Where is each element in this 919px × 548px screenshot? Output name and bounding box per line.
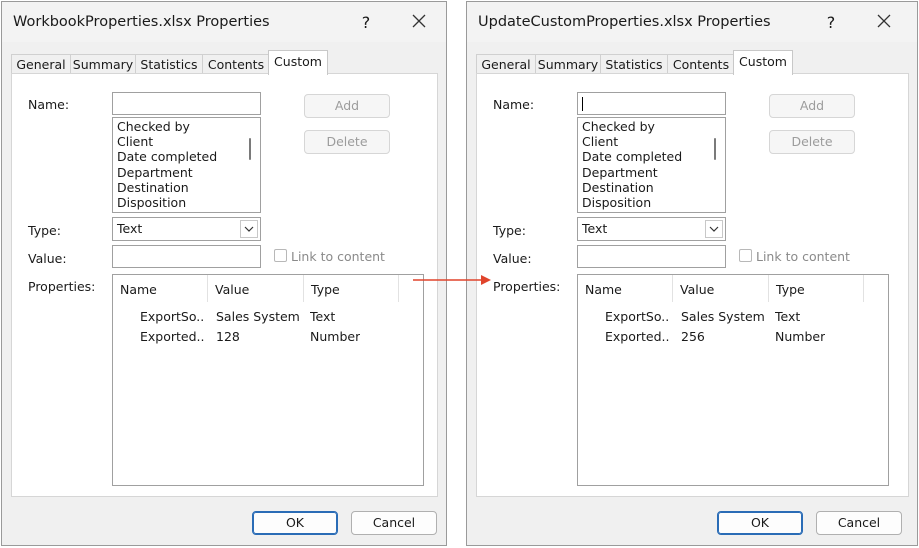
close-button[interactable] bbox=[864, 9, 904, 35]
row-name: ExportSo... bbox=[605, 309, 669, 324]
list-item[interactable]: Department bbox=[117, 165, 193, 180]
name-listbox[interactable]: Checked by Client Date completed Departm… bbox=[577, 117, 726, 213]
list-item[interactable]: Disposition bbox=[582, 195, 651, 210]
name-listbox[interactable]: Checked by Client Date completed Departm… bbox=[112, 117, 261, 213]
value-input[interactable] bbox=[112, 245, 261, 268]
list-item[interactable]: Destination bbox=[117, 180, 189, 195]
link-to-content-checkbox[interactable] bbox=[274, 249, 287, 262]
type-label: Type: bbox=[493, 223, 526, 238]
row-type: Number bbox=[310, 329, 361, 344]
delete-button[interactable]: Delete bbox=[304, 130, 390, 154]
list-item[interactable]: Client bbox=[117, 134, 153, 149]
column-header-type[interactable]: Type bbox=[769, 275, 863, 302]
name-input[interactable] bbox=[577, 92, 726, 115]
row-value: Sales System bbox=[216, 309, 300, 324]
column-divider[interactable] bbox=[863, 275, 864, 302]
type-dropdown-button[interactable] bbox=[240, 220, 258, 238]
tab-summary[interactable]: Summary bbox=[535, 54, 601, 75]
link-to-content-checkbox[interactable] bbox=[739, 249, 752, 262]
add-button[interactable]: Add bbox=[769, 94, 855, 118]
text-cursor bbox=[582, 97, 583, 111]
column-header-name[interactable]: Name bbox=[113, 275, 207, 302]
dialog-title: WorkbookProperties.xlsx Properties bbox=[13, 14, 270, 30]
tab-statistics[interactable]: Statistics bbox=[135, 54, 203, 75]
ok-button[interactable]: OK bbox=[252, 511, 338, 535]
help-button[interactable]: ? bbox=[811, 11, 851, 35]
list-item[interactable]: Checked by bbox=[117, 119, 190, 134]
ok-button[interactable]: OK bbox=[717, 511, 803, 535]
tab-summary[interactable]: Summary bbox=[70, 54, 136, 75]
type-select-value: Text bbox=[117, 221, 143, 236]
list-item[interactable]: Checked by bbox=[582, 119, 655, 134]
row-name: ExportSo... bbox=[140, 309, 204, 324]
cancel-button[interactable]: Cancel bbox=[351, 511, 437, 535]
row-name: Exported... bbox=[605, 329, 669, 344]
properties-dialog-left: WorkbookProperties.xlsx Properties ? Gen… bbox=[1, 1, 447, 546]
column-header-value[interactable]: Value bbox=[673, 275, 768, 302]
type-select[interactable]: Text bbox=[577, 217, 726, 241]
row-value: 128 bbox=[216, 329, 240, 344]
arrow-right-icon bbox=[413, 275, 491, 285]
title-bar: UpdateCustomProperties.xlsx Properties ? bbox=[467, 2, 917, 42]
row-type: Number bbox=[775, 329, 826, 344]
column-header-type[interactable]: Type bbox=[304, 275, 398, 302]
name-label: Name: bbox=[28, 97, 70, 112]
type-select-value: Text bbox=[582, 221, 608, 236]
column-header-name[interactable]: Name bbox=[578, 275, 672, 302]
delete-button[interactable]: Delete bbox=[769, 130, 855, 154]
tab-contents[interactable]: Contents bbox=[202, 54, 270, 75]
properties-dialog-right: UpdateCustomProperties.xlsx Properties ?… bbox=[466, 1, 918, 546]
row-type: Text bbox=[310, 309, 336, 324]
value-label: Value: bbox=[28, 251, 67, 266]
custom-panel: Name: Add Delete Checked by Client Date … bbox=[476, 73, 909, 497]
chevron-down-icon bbox=[244, 226, 254, 232]
link-to-content-label: Link to content bbox=[756, 249, 850, 264]
list-item[interactable]: Destination bbox=[582, 180, 654, 195]
tab-general[interactable]: General bbox=[11, 54, 71, 75]
properties-table[interactable]: Name Value Type ExportSo... Sales System… bbox=[577, 274, 889, 486]
properties-label: Properties: bbox=[493, 279, 561, 294]
row-name: Exported... bbox=[140, 329, 204, 344]
close-icon bbox=[877, 14, 891, 28]
value-input[interactable] bbox=[577, 245, 726, 268]
help-button[interactable]: ? bbox=[346, 11, 386, 35]
title-bar: WorkbookProperties.xlsx Properties ? bbox=[2, 2, 446, 42]
row-value: 256 bbox=[681, 329, 705, 344]
type-select[interactable]: Text bbox=[112, 217, 261, 241]
tab-custom[interactable]: Custom bbox=[733, 50, 793, 75]
row-type: Text bbox=[775, 309, 801, 324]
tab-general[interactable]: General bbox=[476, 54, 536, 75]
name-input[interactable] bbox=[112, 92, 261, 115]
list-item[interactable]: Client bbox=[582, 134, 618, 149]
value-label: Value: bbox=[493, 251, 532, 266]
row-value: Sales System bbox=[681, 309, 765, 324]
scrollbar-thumb[interactable] bbox=[714, 138, 716, 160]
properties-table[interactable]: Name Value Type ExportSo... Sales System… bbox=[112, 274, 424, 486]
properties-label: Properties: bbox=[28, 279, 96, 294]
list-item[interactable]: Date completed bbox=[117, 149, 217, 164]
scrollbar-thumb[interactable] bbox=[249, 138, 251, 160]
list-item[interactable]: Date completed bbox=[582, 149, 682, 164]
cancel-button[interactable]: Cancel bbox=[816, 511, 902, 535]
type-dropdown-button[interactable] bbox=[705, 220, 723, 238]
column-header-value[interactable]: Value bbox=[208, 275, 303, 302]
link-to-content-label: Link to content bbox=[291, 249, 385, 264]
tab-statistics[interactable]: Statistics bbox=[600, 54, 668, 75]
tab-contents[interactable]: Contents bbox=[667, 54, 735, 75]
close-icon bbox=[412, 14, 426, 28]
close-button[interactable] bbox=[399, 9, 439, 35]
column-divider[interactable] bbox=[398, 275, 399, 302]
type-label: Type: bbox=[28, 223, 61, 238]
arrow-head bbox=[481, 275, 491, 285]
tab-custom[interactable]: Custom bbox=[268, 50, 328, 75]
add-button[interactable]: Add bbox=[304, 94, 390, 118]
list-item[interactable]: Disposition bbox=[117, 195, 186, 210]
name-label: Name: bbox=[493, 97, 535, 112]
chevron-down-icon bbox=[709, 226, 719, 232]
custom-panel: Name: Add Delete Checked by Client Date … bbox=[11, 73, 438, 497]
dialog-title: UpdateCustomProperties.xlsx Properties bbox=[478, 14, 771, 30]
list-item[interactable]: Department bbox=[582, 165, 658, 180]
